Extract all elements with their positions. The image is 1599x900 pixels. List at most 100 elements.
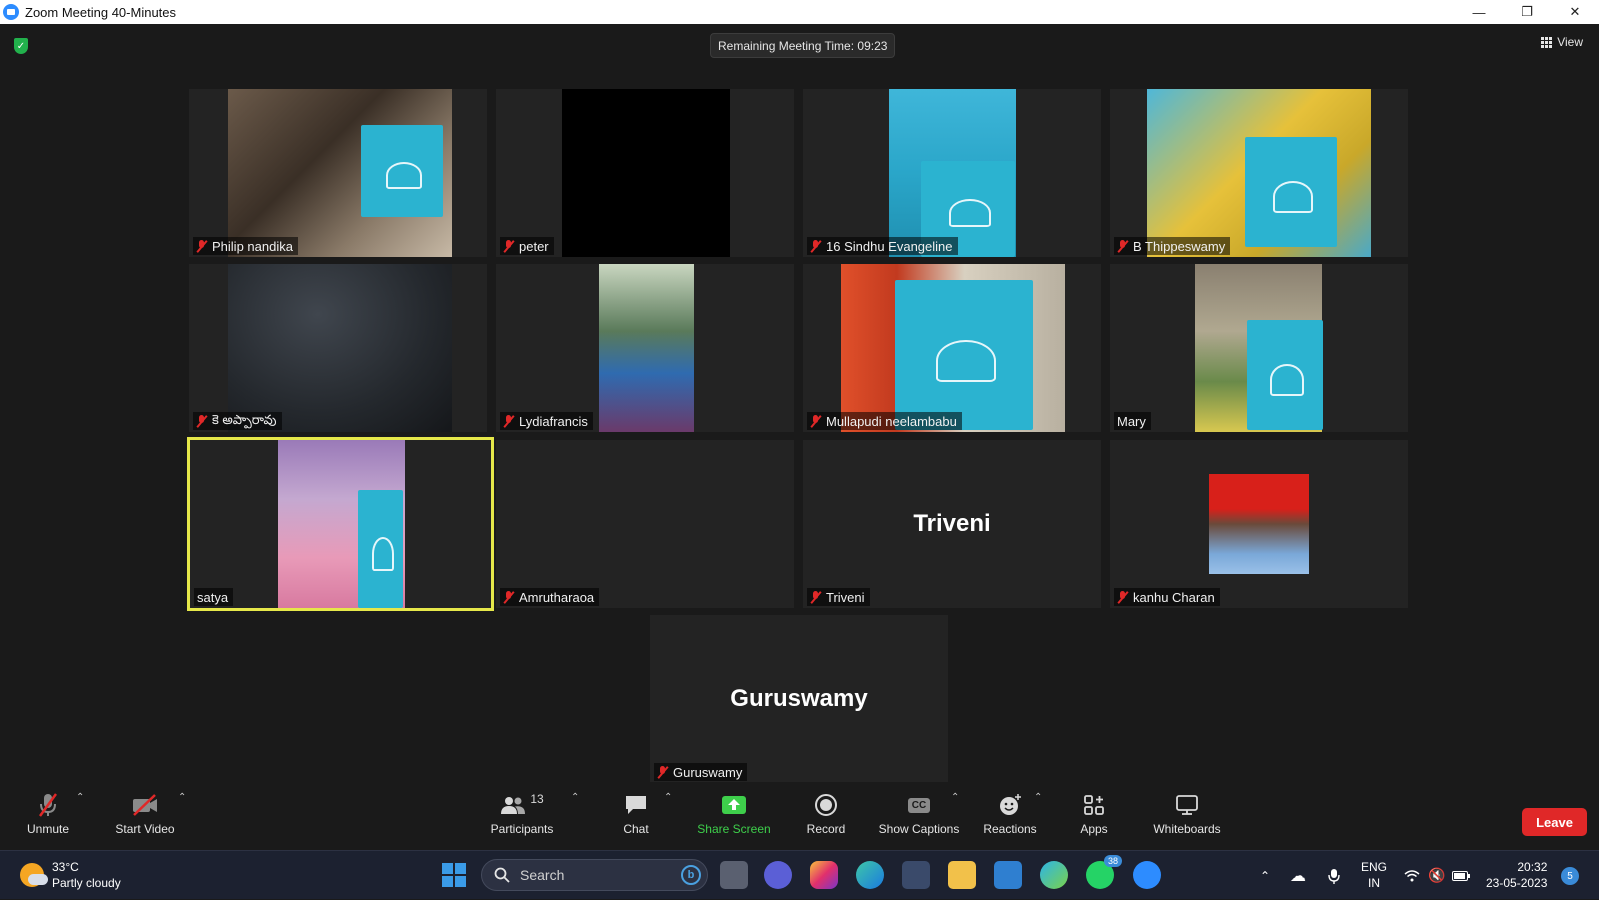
mydigitalapp-icon[interactable] xyxy=(994,861,1022,889)
reactions-button[interactable]: Reactions xyxy=(980,782,1040,850)
meeting-toolbar: Unmute ⌃ Start Video ⌃ 13 Participants ⌃… xyxy=(0,782,1599,850)
restore-button[interactable]: ❐ xyxy=(1503,0,1551,24)
view-button[interactable]: View xyxy=(1541,35,1583,49)
whatsapp-icon[interactable]: 38 xyxy=(1086,855,1122,889)
participants-options-caret[interactable]: ⌃ xyxy=(571,792,579,803)
participants-count: 13 xyxy=(530,792,544,806)
share-screen-button[interactable]: Share Screen xyxy=(695,782,773,850)
meeting-info-bar: ✓ Remaining Meeting Time: 09:23 View xyxy=(0,24,1599,66)
apps-button[interactable]: Apps xyxy=(1078,782,1110,850)
file-explorer-icon[interactable] xyxy=(948,861,976,889)
captions-options-caret[interactable]: ⌃ xyxy=(951,792,959,803)
taskbar-search-box[interactable]: Search b xyxy=(481,859,708,891)
edge-beta-icon[interactable] xyxy=(1040,861,1068,889)
participant-profile-photo xyxy=(1209,474,1309,574)
onedrive-cloud-icon[interactable]: ☁ xyxy=(1290,851,1306,900)
participant-name-label: B Thippeswamy xyxy=(1114,237,1231,255)
book-image xyxy=(895,280,1033,430)
closed-captions-icon: CC xyxy=(907,790,931,820)
unmute-button[interactable]: Unmute xyxy=(22,782,74,850)
muted-mic-icon xyxy=(810,239,821,253)
remaining-time-badge: Remaining Meeting Time: 09:23 xyxy=(710,33,896,58)
muted-mic-icon xyxy=(196,239,207,253)
zoom-taskbar-icon[interactable] xyxy=(1133,861,1161,889)
instagram-icon[interactable] xyxy=(810,861,838,889)
participant-name-label: Mullapudi neelambabu xyxy=(807,412,962,430)
participants-button[interactable]: 13 Participants xyxy=(486,782,558,850)
participant-name-label: Mary xyxy=(1114,412,1151,430)
search-icon xyxy=(494,867,510,883)
windows-taskbar: 33°C Partly cloudy Search b 38 ⌃ ☁ ENG I… xyxy=(0,850,1599,899)
participant-name-label: Triveni xyxy=(807,588,870,606)
wifi-icon[interactable] xyxy=(1404,851,1420,900)
start-video-button[interactable]: Start Video xyxy=(111,782,179,850)
grid-view-icon xyxy=(1541,36,1553,48)
system-clock[interactable]: 20:32 23-05-2023 xyxy=(1486,859,1547,891)
muted-mic-icon xyxy=(37,790,59,820)
task-view-icon[interactable] xyxy=(720,861,748,889)
apps-icon xyxy=(1083,790,1105,820)
microphone-icon[interactable] xyxy=(1328,851,1340,900)
weather-temperature: 33°C xyxy=(52,860,79,874)
whatsapp-unread-badge: 38 xyxy=(1103,855,1122,867)
video-tile-amrutharaoa[interactable]: Amrutharaoa xyxy=(496,440,794,608)
participant-video xyxy=(599,264,694,432)
audio-options-caret[interactable]: ⌃ xyxy=(76,792,84,803)
microsoft-store-icon[interactable] xyxy=(902,861,930,889)
chat-button[interactable]: Chat xyxy=(620,782,652,850)
video-options-caret[interactable]: ⌃ xyxy=(178,792,186,803)
video-tile-triveni[interactable]: Triveni Triveni xyxy=(803,440,1101,608)
edge-browser-icon[interactable] xyxy=(856,861,884,889)
notification-count-badge[interactable]: 5 xyxy=(1561,867,1579,885)
participant-display-name: Triveni xyxy=(913,510,991,537)
leave-button[interactable]: Leave xyxy=(1522,808,1587,836)
video-tile-thippeswamy[interactable]: B Thippeswamy xyxy=(1110,89,1408,257)
minimize-button[interactable]: — xyxy=(1455,0,1503,24)
video-tile-sindhu[interactable]: 16 Sindhu Evangeline xyxy=(803,89,1101,257)
muted-mic-icon xyxy=(1117,590,1128,604)
book-image xyxy=(1245,137,1337,247)
show-captions-button[interactable]: CC Show Captions xyxy=(875,782,963,850)
participant-video xyxy=(228,264,452,432)
share-screen-icon xyxy=(721,790,747,820)
muted-mic-icon xyxy=(196,414,207,428)
book-image xyxy=(358,490,403,608)
muted-mic-icon xyxy=(503,414,514,428)
video-tile-peter[interactable]: peter xyxy=(496,89,794,257)
participant-name-label: Amrutharaoa xyxy=(500,588,600,606)
muted-mic-icon xyxy=(503,590,514,604)
security-shield-icon[interactable]: ✓ xyxy=(14,38,28,54)
reactions-options-caret[interactable]: ⌃ xyxy=(1034,792,1042,803)
muted-mic-icon xyxy=(657,765,668,779)
show-hidden-icons-caret[interactable]: ⌃ xyxy=(1260,851,1270,900)
bing-icon: b xyxy=(681,865,701,885)
partly-cloudy-icon xyxy=(20,863,48,887)
video-tile-apparao[interactable]: కె అప్పారావు xyxy=(189,264,487,432)
participant-name-label: కె అప్పారావు xyxy=(193,412,282,430)
search-placeholder: Search xyxy=(520,867,565,883)
whiteboards-button[interactable]: Whiteboards xyxy=(1149,782,1225,850)
record-button[interactable]: Record xyxy=(804,782,848,850)
weather-widget[interactable]: 33°C Partly cloudy xyxy=(20,859,121,891)
window-titlebar: Zoom Meeting 40-Minutes — ❐ ✕ xyxy=(0,0,1599,24)
chat-options-caret[interactable]: ⌃ xyxy=(664,792,672,803)
video-tile-guruswamy[interactable]: Guruswamy Guruswamy xyxy=(650,615,948,783)
input-language-indicator[interactable]: ENG IN xyxy=(1361,859,1387,891)
participant-name-label: Philip nandika xyxy=(193,237,298,255)
participant-name-label: satya xyxy=(194,588,234,606)
video-tile-neelambabu[interactable]: Mullapudi neelambabu xyxy=(803,264,1101,432)
participant-name-label: kanhu Charan xyxy=(1114,588,1220,606)
speaker-muted-icon[interactable]: 🔇 xyxy=(1428,851,1445,900)
battery-icon[interactable] xyxy=(1452,851,1470,900)
video-tile-mary[interactable]: Mary xyxy=(1110,264,1408,432)
video-tile-satya-active[interactable]: satya xyxy=(187,437,494,611)
video-tile-lydiafrancis[interactable]: Lydiafrancis xyxy=(496,264,794,432)
book-image xyxy=(1247,320,1323,430)
clock-time: 20:32 xyxy=(1517,860,1548,874)
book-image xyxy=(361,125,443,217)
close-button[interactable]: ✕ xyxy=(1551,0,1599,24)
windows-start-icon[interactable] xyxy=(440,861,468,889)
video-tile-philip[interactable]: Philip nandika xyxy=(189,89,487,257)
video-tile-kanhu[interactable]: kanhu Charan xyxy=(1110,440,1408,608)
teams-chat-icon[interactable] xyxy=(764,861,792,889)
